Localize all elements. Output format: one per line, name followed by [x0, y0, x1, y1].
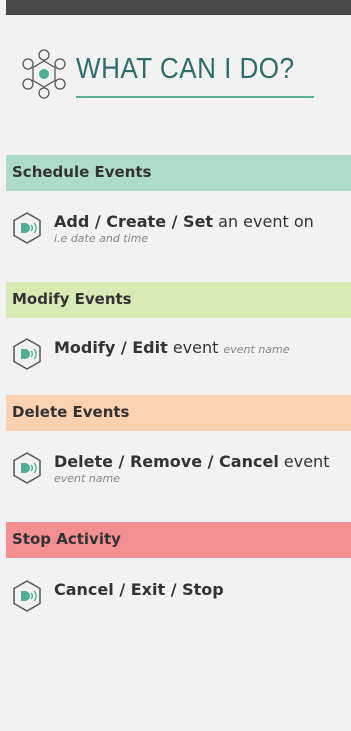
command-keywords: Add / Create / Set	[54, 212, 214, 231]
hexagon-network-icon	[22, 49, 66, 99]
section-modify-events: Modify Events	[6, 282, 351, 318]
command-text: Cancel / Exit / Stop	[54, 580, 224, 599]
command-keywords: Modify / Edit	[54, 338, 168, 357]
command-text: Modify / Edit event event name	[54, 338, 290, 357]
section-delete-events: Delete Events	[6, 395, 351, 431]
top-bar	[6, 0, 351, 15]
command-hint: event name	[223, 343, 290, 356]
help-header: WHAT CAN I DO?	[16, 48, 316, 108]
command-hint: i.e date and time	[54, 232, 149, 245]
command-keywords: Cancel / Exit / Stop	[54, 580, 224, 599]
help-panel: WHAT CAN I DO? Schedule Events Add / Cre…	[6, 0, 351, 731]
command-suffix: event	[278, 452, 330, 471]
command-keywords: Delete / Remove / Cancel	[54, 452, 279, 471]
voice-command-icon	[13, 452, 41, 484]
command-suffix: event	[167, 338, 224, 357]
command-text: Add / Create / Set an event on	[54, 212, 314, 231]
section-title: Modify Events	[12, 290, 132, 308]
section-schedule-events: Schedule Events	[6, 155, 351, 191]
section-title: Stop Activity	[12, 530, 121, 548]
title-underline	[76, 96, 314, 98]
voice-command-icon	[13, 580, 41, 612]
command-hint: event name	[54, 472, 121, 485]
section-title: Schedule Events	[12, 163, 152, 181]
section-title: Delete Events	[12, 403, 130, 421]
voice-command-icon	[13, 212, 41, 244]
command-text: Delete / Remove / Cancel event	[54, 452, 329, 471]
command-suffix: an event on	[213, 212, 314, 231]
voice-command-icon	[13, 338, 41, 370]
section-stop-activity: Stop Activity	[6, 522, 351, 558]
page-title: WHAT CAN I DO?	[76, 53, 295, 85]
